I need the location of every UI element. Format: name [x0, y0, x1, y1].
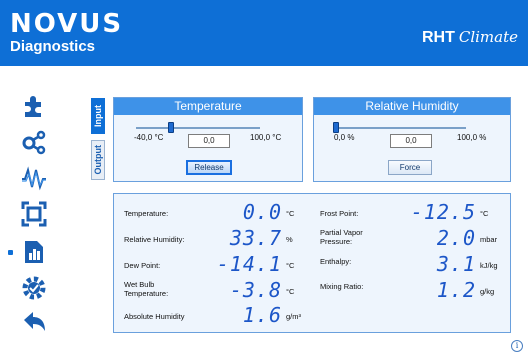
absolute-humidity-unit: g/m³: [286, 312, 301, 321]
temperature-panel: Temperature -40,0 °C 0,0 100,0 °C Releas…: [113, 97, 303, 182]
signal-icon[interactable]: [20, 164, 48, 192]
partial-vapor-value: 2.0: [436, 226, 476, 250]
product-script: Climate: [458, 28, 518, 46]
settings-icon[interactable]: [20, 274, 48, 302]
mixing-ratio-unit: g/kg: [480, 287, 495, 296]
enthalpy-value: 3.1: [436, 252, 476, 276]
app-header: NOVUS Diagnostics RHT Climate: [0, 0, 528, 66]
frost-point-unit: °C: [480, 209, 489, 218]
product-name: RHT Climate: [422, 28, 518, 47]
humidity-slider-thumb[interactable]: [333, 122, 339, 133]
humidity-min: 0,0 %: [334, 133, 355, 142]
humidity-title: Relative Humidity: [314, 98, 510, 115]
wet-bulb-unit: °C: [286, 287, 295, 296]
rh-reading-label: Relative Humidity:: [124, 235, 185, 244]
temperature-slider-track[interactable]: [136, 127, 260, 129]
frost-point-value: -12.5: [410, 200, 476, 224]
connections-icon[interactable]: [20, 128, 48, 156]
temperature-input[interactable]: 0,0: [188, 134, 230, 148]
temperature-reading-unit: °C: [286, 209, 295, 218]
enthalpy-unit: kJ/kg: [480, 261, 498, 270]
dew-point-value: -14.1: [216, 252, 282, 276]
temperature-min: -40,0 °C: [134, 133, 164, 142]
enthalpy-label: Enthalpy:: [320, 257, 352, 266]
mixing-ratio-label: Mixing Ratio:: [320, 282, 364, 291]
humidity-slider-track[interactable]: [336, 127, 466, 129]
tab-input-label: Input: [93, 105, 103, 127]
readings-panel: Temperature: 0.0 °C Relative Humidity: 3…: [113, 193, 511, 333]
force-button[interactable]: Force: [388, 160, 432, 175]
partial-vapor-label: Partial Vapor Pressure:: [320, 228, 363, 246]
side-nav: [0, 90, 60, 331]
mixing-ratio-value: 1.2: [436, 278, 476, 302]
partial-vapor-unit: mbar: [480, 235, 498, 244]
absolute-humidity-label: Absolute Humidity: [124, 312, 185, 321]
dew-point-unit: °C: [286, 261, 295, 270]
absolute-humidity-value: 1.6: [242, 303, 282, 327]
puzzle-icon[interactable]: [20, 92, 48, 120]
info-icon[interactable]: i: [511, 340, 523, 352]
rh-reading-value: 33.7: [229, 226, 282, 250]
temperature-reading-label: Temperature:: [124, 209, 169, 218]
temperature-max: 100,0 °C: [250, 133, 282, 142]
humidity-panel: Relative Humidity 0,0 % 0,0 100,0 % Forc…: [313, 97, 511, 182]
wet-bulb-label: Wet Bulb Temperature:: [124, 280, 169, 298]
humidity-max: 100,0 %: [457, 133, 487, 142]
active-indicator: [8, 250, 13, 255]
novus-logo: NOVUS: [10, 9, 124, 39]
diagnostics-icon[interactable]: [20, 238, 48, 266]
tab-output[interactable]: Output: [91, 140, 105, 180]
frost-point-label: Frost Point:: [320, 209, 359, 218]
product-model: RHT: [421, 29, 455, 46]
page-title: Diagnostics: [10, 38, 96, 55]
temperature-reading-value: 0.0: [242, 200, 282, 224]
back-icon[interactable]: [20, 308, 48, 336]
frame-icon[interactable]: [20, 200, 48, 228]
tab-input[interactable]: Input: [91, 98, 105, 134]
wet-bulb-value: -3.8: [229, 278, 282, 302]
tab-output-label: Output: [93, 145, 103, 175]
temperature-slider-thumb[interactable]: [168, 122, 175, 133]
rh-reading-unit: %: [286, 235, 293, 244]
release-button[interactable]: Release: [186, 160, 232, 175]
humidity-input[interactable]: 0,0: [390, 134, 432, 148]
temperature-title: Temperature: [114, 98, 302, 115]
dew-point-label: Dew Point:: [124, 261, 161, 270]
